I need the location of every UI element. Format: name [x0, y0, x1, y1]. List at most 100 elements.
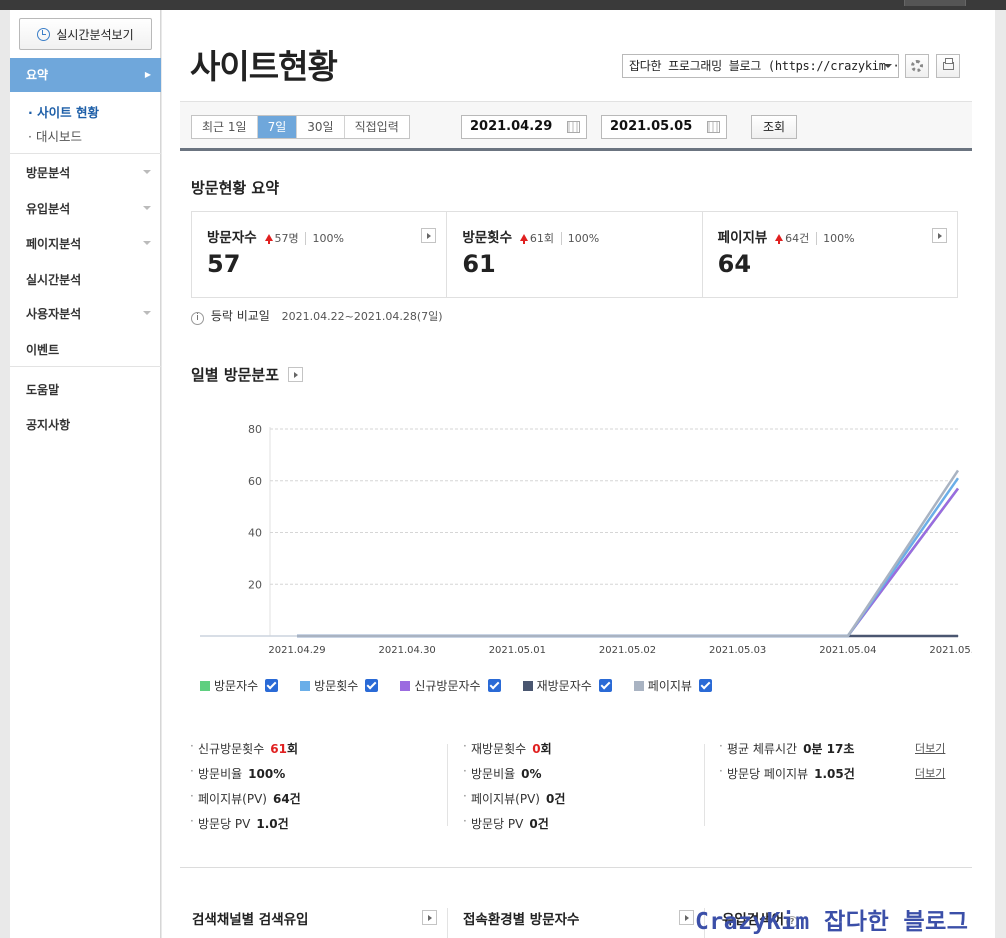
- chevron-down-icon: [143, 170, 151, 174]
- legend-item[interactable]: 방문횟수: [300, 677, 379, 694]
- main-content: 사이트현황 잡다한 프로그래밍 블로그 (https://crazykim···…: [162, 10, 995, 938]
- clock-icon: [37, 27, 51, 41]
- calendar-icon[interactable]: [707, 121, 720, 133]
- sidebar-sub-dashboard[interactable]: · 대시보드: [28, 126, 82, 145]
- sidebar-item-inflow-analysis[interactable]: 유입분석: [26, 200, 70, 217]
- legend-checkbox[interactable]: [265, 679, 279, 692]
- print-button[interactable]: [936, 54, 960, 78]
- stats-col-duration: 평균 체류시간0분 17초더보기 방문당 페이지뷰1.05건더보기: [719, 739, 945, 790]
- kpi-value: 64: [717, 250, 752, 278]
- legend-label: 방문횟수: [314, 679, 359, 693]
- divider: [704, 744, 705, 826]
- legend-swatch: [300, 680, 311, 691]
- legend-checkbox[interactable]: [487, 679, 501, 692]
- page-title: 사이트현황: [190, 47, 338, 86]
- daily-more-button[interactable]: [288, 367, 303, 382]
- range-segmented-control: 최근 1일 7일 30일 직접입력: [191, 115, 410, 139]
- chevron-down-icon: [143, 241, 151, 245]
- sidebar-item-user-analysis[interactable]: 사용자분석: [26, 305, 81, 322]
- settings-button[interactable]: [905, 54, 929, 78]
- sidebar-item-visit-analysis[interactable]: 방문분석: [26, 164, 70, 181]
- kpi-delta: 64건: [775, 230, 809, 246]
- search-button[interactable]: 조회: [751, 115, 797, 139]
- compare-label: 등락 비교일: [210, 309, 270, 323]
- stat-return-visits: 재방문횟수0회: [463, 739, 565, 765]
- realtime-analysis-button[interactable]: 실시간분석보기: [19, 18, 152, 50]
- x-tick-label: 2021.04.30: [379, 645, 436, 656]
- divider: [10, 153, 161, 154]
- legend-item[interactable]: 페이지뷰: [633, 677, 712, 694]
- legend-item[interactable]: 방문자수: [200, 677, 279, 694]
- divider: [10, 366, 161, 367]
- gear-icon: [911, 60, 923, 72]
- stat-new-pageviews: 페이지뷰(PV)64건: [190, 789, 301, 815]
- more-button[interactable]: [931, 228, 947, 243]
- more-button[interactable]: [422, 910, 437, 925]
- range-30days[interactable]: 30일: [297, 116, 345, 138]
- compare-date-note: i 등락 비교일 2021.04.22~2021.04.28(7일): [191, 307, 443, 325]
- kpi-label: 페이지뷰: [717, 230, 768, 246]
- range-7days[interactable]: 7일: [257, 116, 298, 138]
- sidebar-item-summary[interactable]: 요약 ▶: [10, 58, 161, 92]
- more-link[interactable]: 더보기: [915, 765, 945, 781]
- legend-checkbox[interactable]: [698, 679, 712, 692]
- legend-item[interactable]: 재방문자수: [522, 677, 612, 694]
- compare-range: 2021.04.22~2021.04.28(7일): [281, 310, 443, 323]
- sidebar-sub-site-status[interactable]: · 사이트 현황: [28, 102, 99, 121]
- up-arrow-icon: [264, 234, 273, 244]
- stat-pageviews-per-visit: 방문당 페이지뷰1.05건더보기: [719, 764, 945, 790]
- info-icon: i: [191, 312, 204, 325]
- legend-swatch: [633, 680, 644, 691]
- more-link[interactable]: 더보기: [915, 740, 945, 756]
- range-custom[interactable]: 직접입력: [345, 116, 409, 138]
- series-line-1: [297, 477, 960, 638]
- top-bar: [0, 0, 1006, 10]
- chevron-down-icon: [884, 64, 892, 68]
- kpi-delta: 61회: [519, 230, 554, 246]
- y-tick-label: 20: [248, 578, 262, 591]
- end-date-value: 2021.05.05: [610, 119, 693, 134]
- chevron-right-icon: ▶: [144, 70, 151, 79]
- y-tick-label: 60: [248, 475, 262, 488]
- sidebar-item-help[interactable]: 도움말: [26, 381, 59, 398]
- site-select[interactable]: 잡다한 프로그래밍 블로그 (https://crazykim···: [622, 54, 899, 78]
- site-select-value: 잡다한 프로그래밍 블로그 (https://crazykim···: [629, 59, 899, 73]
- top-bar-button[interactable]: [904, 0, 966, 6]
- legend-swatch: [200, 680, 210, 691]
- legend-label: 재방문자수: [536, 679, 592, 693]
- x-tick-label: 2021.05.03: [709, 645, 766, 656]
- sidebar-item-notices[interactable]: 공지사항: [26, 416, 70, 433]
- stats-col-return: 재방문횟수0회 방문비율0% 페이지뷰(PV)0건 방문당 PV0건: [463, 739, 565, 840]
- sidebar-item-summary-label: 요약: [26, 68, 49, 82]
- divider: [180, 867, 972, 868]
- chevron-down-icon: [143, 311, 151, 315]
- kpi-value: 57: [207, 250, 241, 278]
- end-date-input[interactable]: 2021.05.05: [601, 115, 727, 139]
- legend-checkbox[interactable]: [598, 679, 612, 692]
- sidebar-item-events[interactable]: 이벤트: [26, 341, 59, 358]
- legend-checkbox[interactable]: [365, 679, 379, 692]
- daily-visit-chart: 20 40 60 80 2021.04.29 2021.04.30 2021.05.01 20…: [200, 423, 972, 656]
- range-1day[interactable]: 최근 1일: [192, 116, 258, 138]
- print-icon: [943, 58, 954, 70]
- kpi-summary: 방문자수 57명 100% 57 방문횟수 61회 100% 61 페이지뷰 6…: [191, 211, 958, 298]
- kpi-label: 방문자수: [207, 230, 257, 246]
- legend-item[interactable]: 신규방문자수: [400, 677, 501, 694]
- series-line-2: [297, 487, 960, 638]
- legend-label: 방문자수: [214, 679, 259, 693]
- more-button[interactable]: [421, 228, 437, 243]
- calendar-icon[interactable]: [567, 121, 580, 133]
- daily-distribution-title: 일별 방문분포: [191, 366, 280, 384]
- stats-col-new: 신규방문횟수61회 방문비율100% 페이지뷰(PV)64건 방문당 PV1.0…: [190, 739, 301, 840]
- x-tick-label: 2021.05.04: [819, 645, 876, 656]
- y-tick-label: 80: [248, 423, 262, 436]
- stat-return-pageviews: 페이지뷰(PV)0건: [463, 789, 565, 815]
- start-date-input[interactable]: 2021.04.29: [461, 115, 587, 139]
- more-button[interactable]: [679, 910, 694, 925]
- kpi-percent: 100%: [816, 232, 855, 245]
- kpi-card-visitors: 방문자수 57명 100% 57: [192, 212, 448, 297]
- sidebar-item-realtime-analysis[interactable]: 실시간분석: [26, 271, 81, 288]
- sidebar-item-page-analysis[interactable]: 페이지분석: [26, 235, 81, 252]
- kpi-percent: 100%: [305, 232, 344, 245]
- watermark: CrazyKim 잡다한 블로그: [695, 909, 969, 935]
